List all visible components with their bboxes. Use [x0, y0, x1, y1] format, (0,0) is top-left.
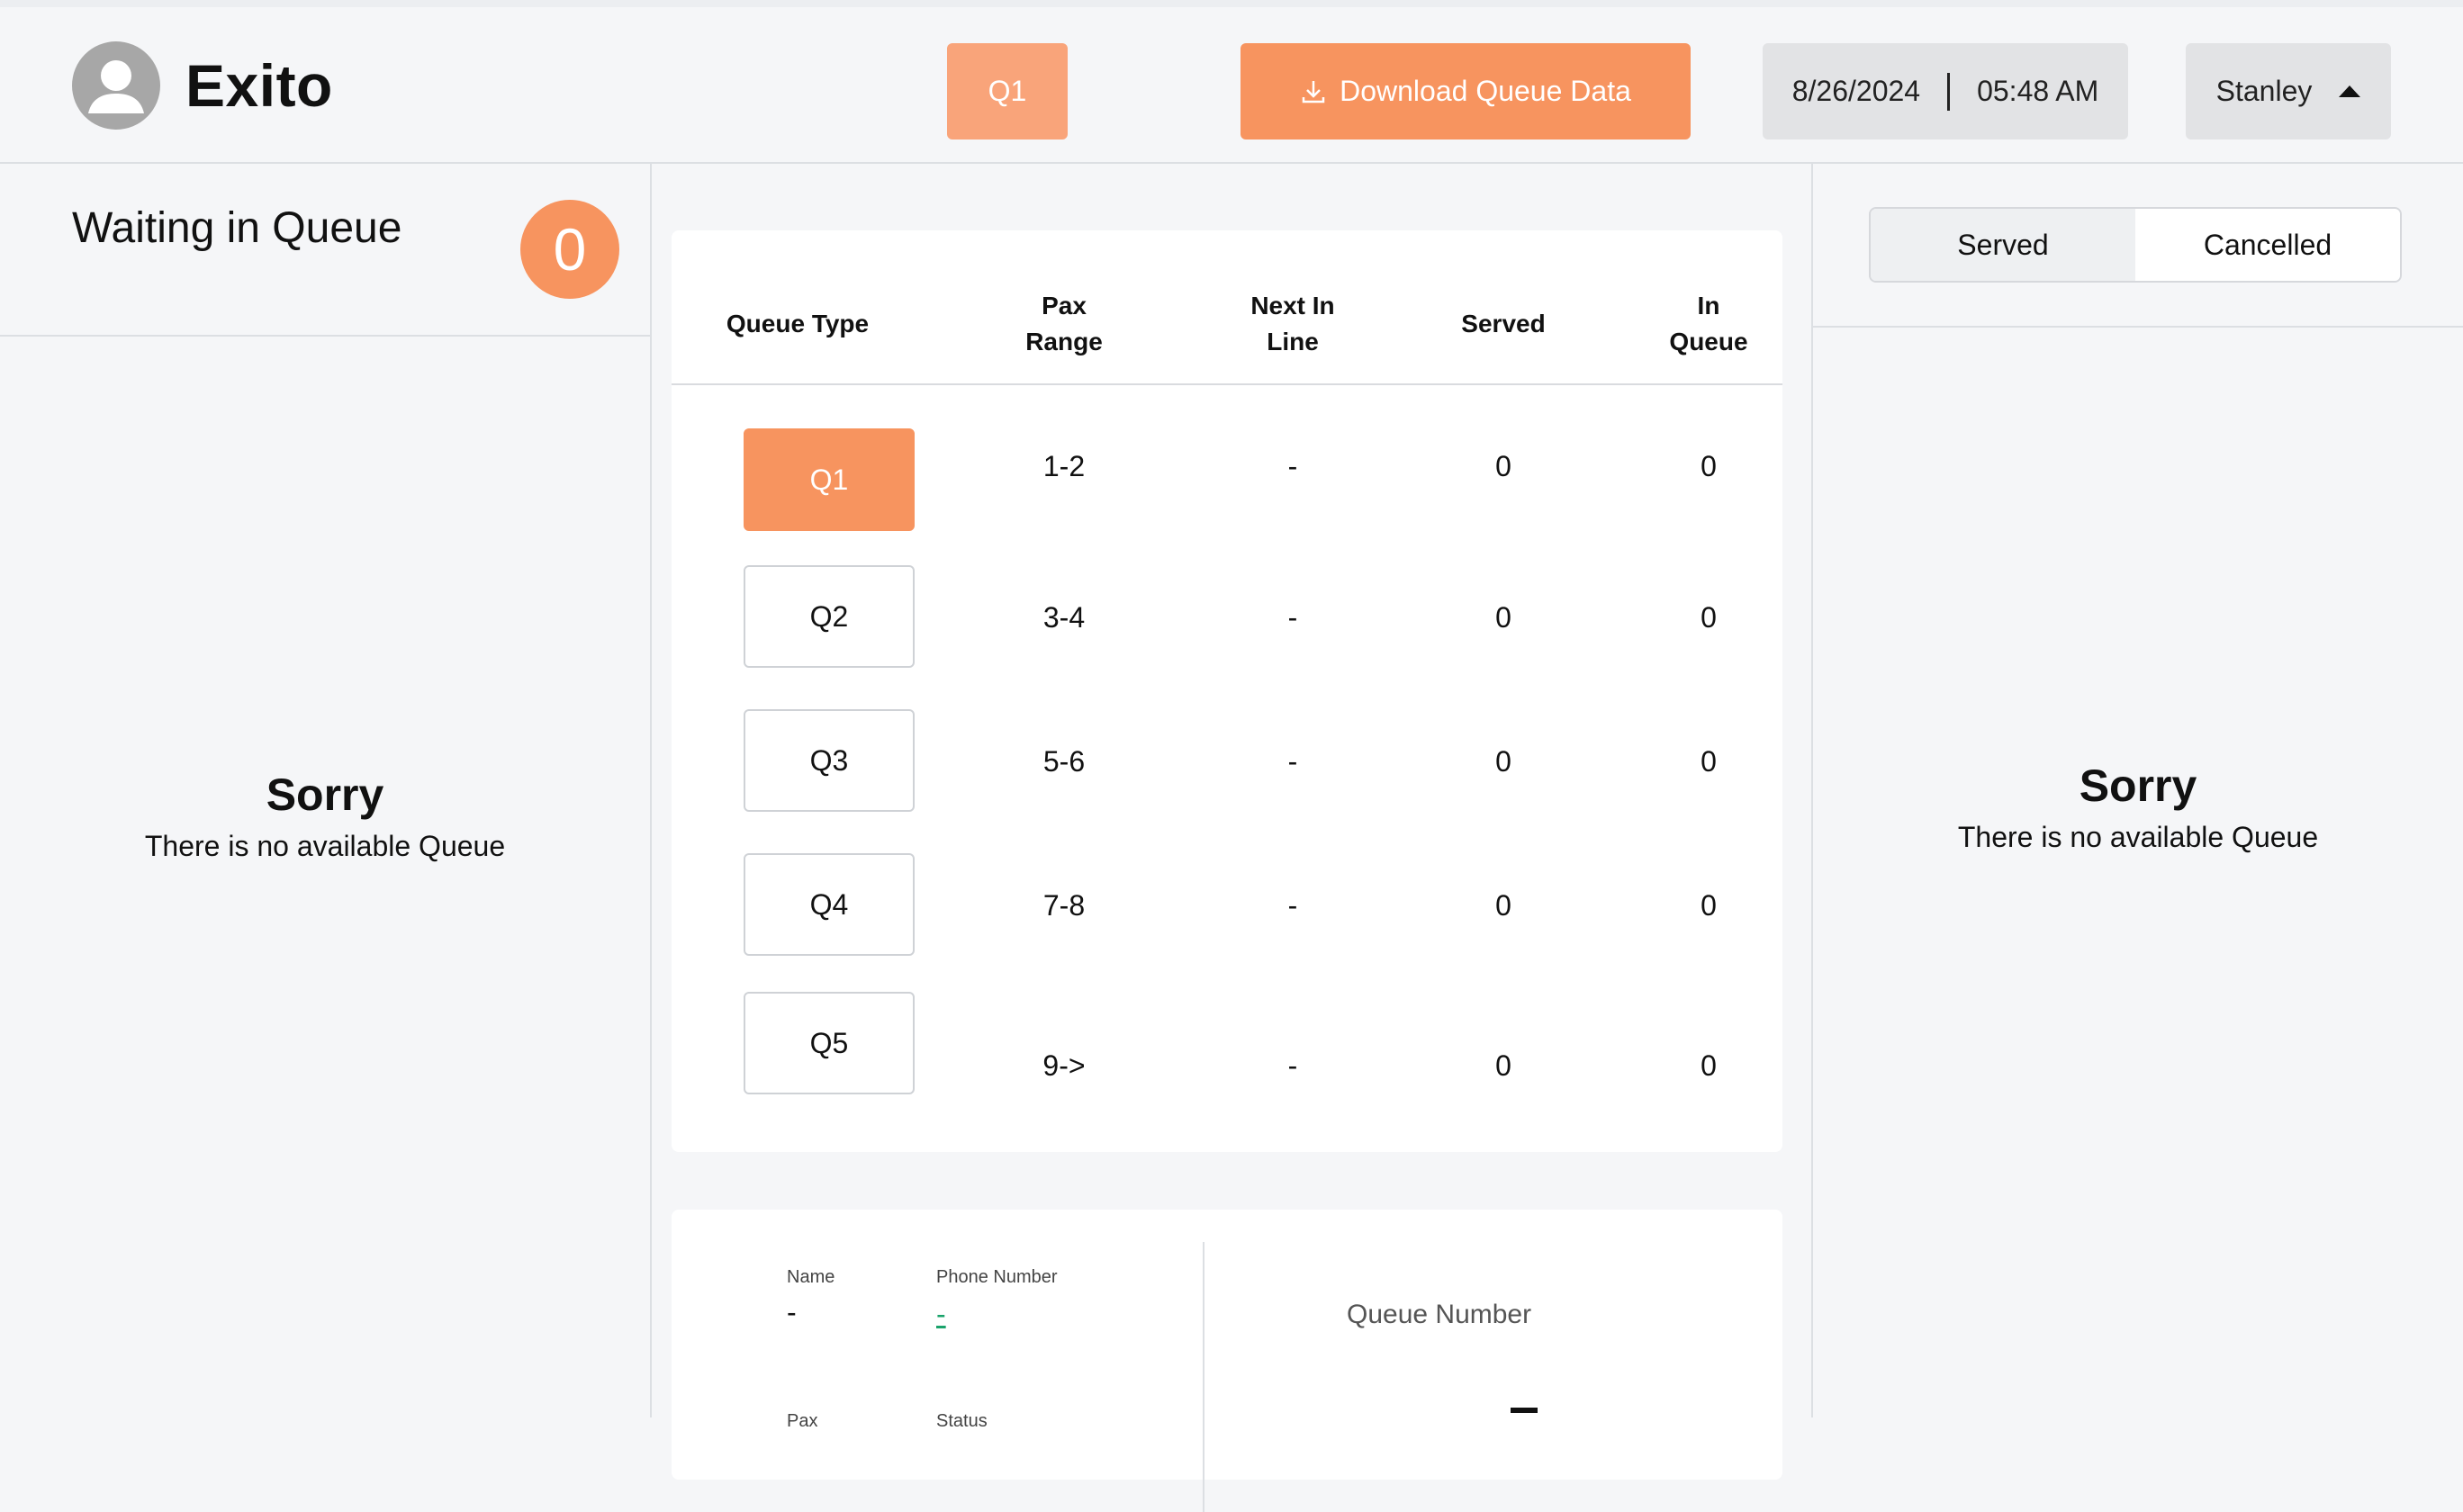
in-queue-cell: 0: [1701, 450, 1717, 482]
queue-number-label: Queue Number: [1347, 1300, 1532, 1329]
name-value: -: [787, 1296, 797, 1328]
date-text: 8/26/2024: [1791, 75, 1921, 107]
in-queue-cell: 0: [1701, 601, 1717, 634]
next-in-line-cell: -: [1287, 450, 1298, 482]
pax-range-cell: 5-6: [1042, 745, 1086, 778]
header-served: Served: [1461, 310, 1546, 338]
empty-subtitle: There is no available Queue: [1957, 821, 2319, 853]
phone-link[interactable]: -: [936, 1298, 946, 1331]
time-text: 05:48 AM: [1977, 75, 2099, 107]
pax-label: Pax: [787, 1411, 818, 1431]
waiting-empty-state: Sorry There is no available Queue: [0, 769, 650, 863]
brand: Exito: [72, 41, 333, 130]
served-cell: 0: [1495, 889, 1511, 922]
queue-button-q5[interactable]: Q5: [744, 992, 915, 1094]
served-cell: 0: [1495, 745, 1511, 778]
date-time-divider: [1947, 72, 1951, 111]
queue-button-q1[interactable]: Q1: [744, 428, 915, 531]
user-name: Stanley: [2215, 75, 2313, 107]
queue-button-q4[interactable]: Q4: [744, 853, 915, 956]
detail-divider: [1203, 1242, 1204, 1512]
queue-table-header: Queue Type Pax Range Next In Line Served…: [672, 230, 1782, 385]
user-menu-button[interactable]: Stanley: [2186, 43, 2391, 140]
empty-title: Sorry: [266, 770, 384, 820]
queue-table: Queue Type Pax Range Next In Line Served…: [672, 230, 1782, 1152]
header-pax-range: Pax Range: [992, 288, 1136, 360]
pax-range-cell: 7-8: [1042, 889, 1086, 922]
history-header: Served Cancelled: [1813, 164, 2463, 328]
header-inqueue-line1: In: [1697, 292, 1720, 320]
queue-button-q3[interactable]: Q3: [744, 709, 915, 812]
tab-cancelled[interactable]: Cancelled: [2135, 209, 2400, 281]
caret-up-icon: [2339, 86, 2361, 97]
header-queue-type: Queue Type: [726, 310, 870, 338]
download-queue-data-button[interactable]: Download Queue Data: [1241, 43, 1691, 140]
header-next-line1: Next In: [1250, 292, 1335, 320]
date-time-display: 8/26/2024 05:48 AM: [1763, 43, 2128, 140]
queue-number-placeholder: [1511, 1408, 1538, 1413]
history-panel: Served Cancelled Sorry There is no avail…: [1811, 164, 2463, 1418]
pax-range-cell: 9->: [1042, 1049, 1086, 1082]
empty-subtitle: There is no available Queue: [144, 830, 506, 862]
queue-button-q2[interactable]: Q2: [744, 565, 915, 668]
next-in-line-cell: -: [1287, 601, 1298, 634]
header-next-line2: Line: [1267, 328, 1319, 356]
queue-overview: Queue Type Pax Range Next In Line Served…: [654, 164, 1811, 1512]
waiting-queue-panel: Waiting in Queue 0 Sorry There is no ava…: [0, 164, 652, 1418]
brand-name: Exito: [185, 52, 333, 119]
phone-label: Phone Number: [936, 1267, 1058, 1287]
header-pax-line1: Pax: [1042, 292, 1087, 320]
top-bar: Exito Q1 Download Queue Data 8/26/2024 0…: [0, 0, 2463, 164]
status-label: Status: [936, 1411, 988, 1431]
served-cell: 0: [1495, 1049, 1511, 1082]
download-label: Download Queue Data: [1340, 75, 1631, 107]
user-avatar-icon: [72, 41, 160, 130]
pax-range-cell: 3-4: [1042, 601, 1086, 634]
served-cell: 0: [1495, 450, 1511, 482]
next-in-line-cell: -: [1287, 745, 1298, 778]
download-icon: [1300, 78, 1327, 105]
empty-title: Sorry: [2079, 760, 2197, 811]
queue-detail-card: Name - Phone Number - Pax Status Queue N…: [672, 1210, 1782, 1512]
in-queue-cell: 0: [1701, 745, 1717, 778]
name-label: Name: [787, 1267, 835, 1287]
current-queue-chip[interactable]: Q1: [947, 43, 1068, 140]
header-inqueue-line2: Queue: [1669, 328, 1748, 356]
header-next-in-line: Next In Line: [1203, 288, 1383, 360]
next-in-line-cell: -: [1287, 1049, 1298, 1082]
pax-range-cell: 1-2: [1042, 450, 1086, 482]
header-in-queue: In Queue: [1628, 288, 1790, 360]
header-pax-line2: Range: [1025, 328, 1103, 356]
history-tabs: Served Cancelled: [1869, 207, 2402, 283]
history-empty-state: Sorry There is no available Queue: [1813, 760, 2463, 854]
served-cell: 0: [1495, 601, 1511, 634]
waiting-count-badge: 0: [520, 200, 619, 299]
in-queue-cell: 0: [1701, 1049, 1717, 1082]
waiting-queue-title: Waiting in Queue: [72, 204, 402, 252]
next-in-line-cell: -: [1287, 889, 1298, 922]
tab-served[interactable]: Served: [1871, 209, 2135, 281]
in-queue-cell: 0: [1701, 889, 1717, 922]
waiting-queue-header: Waiting in Queue 0: [0, 164, 650, 337]
